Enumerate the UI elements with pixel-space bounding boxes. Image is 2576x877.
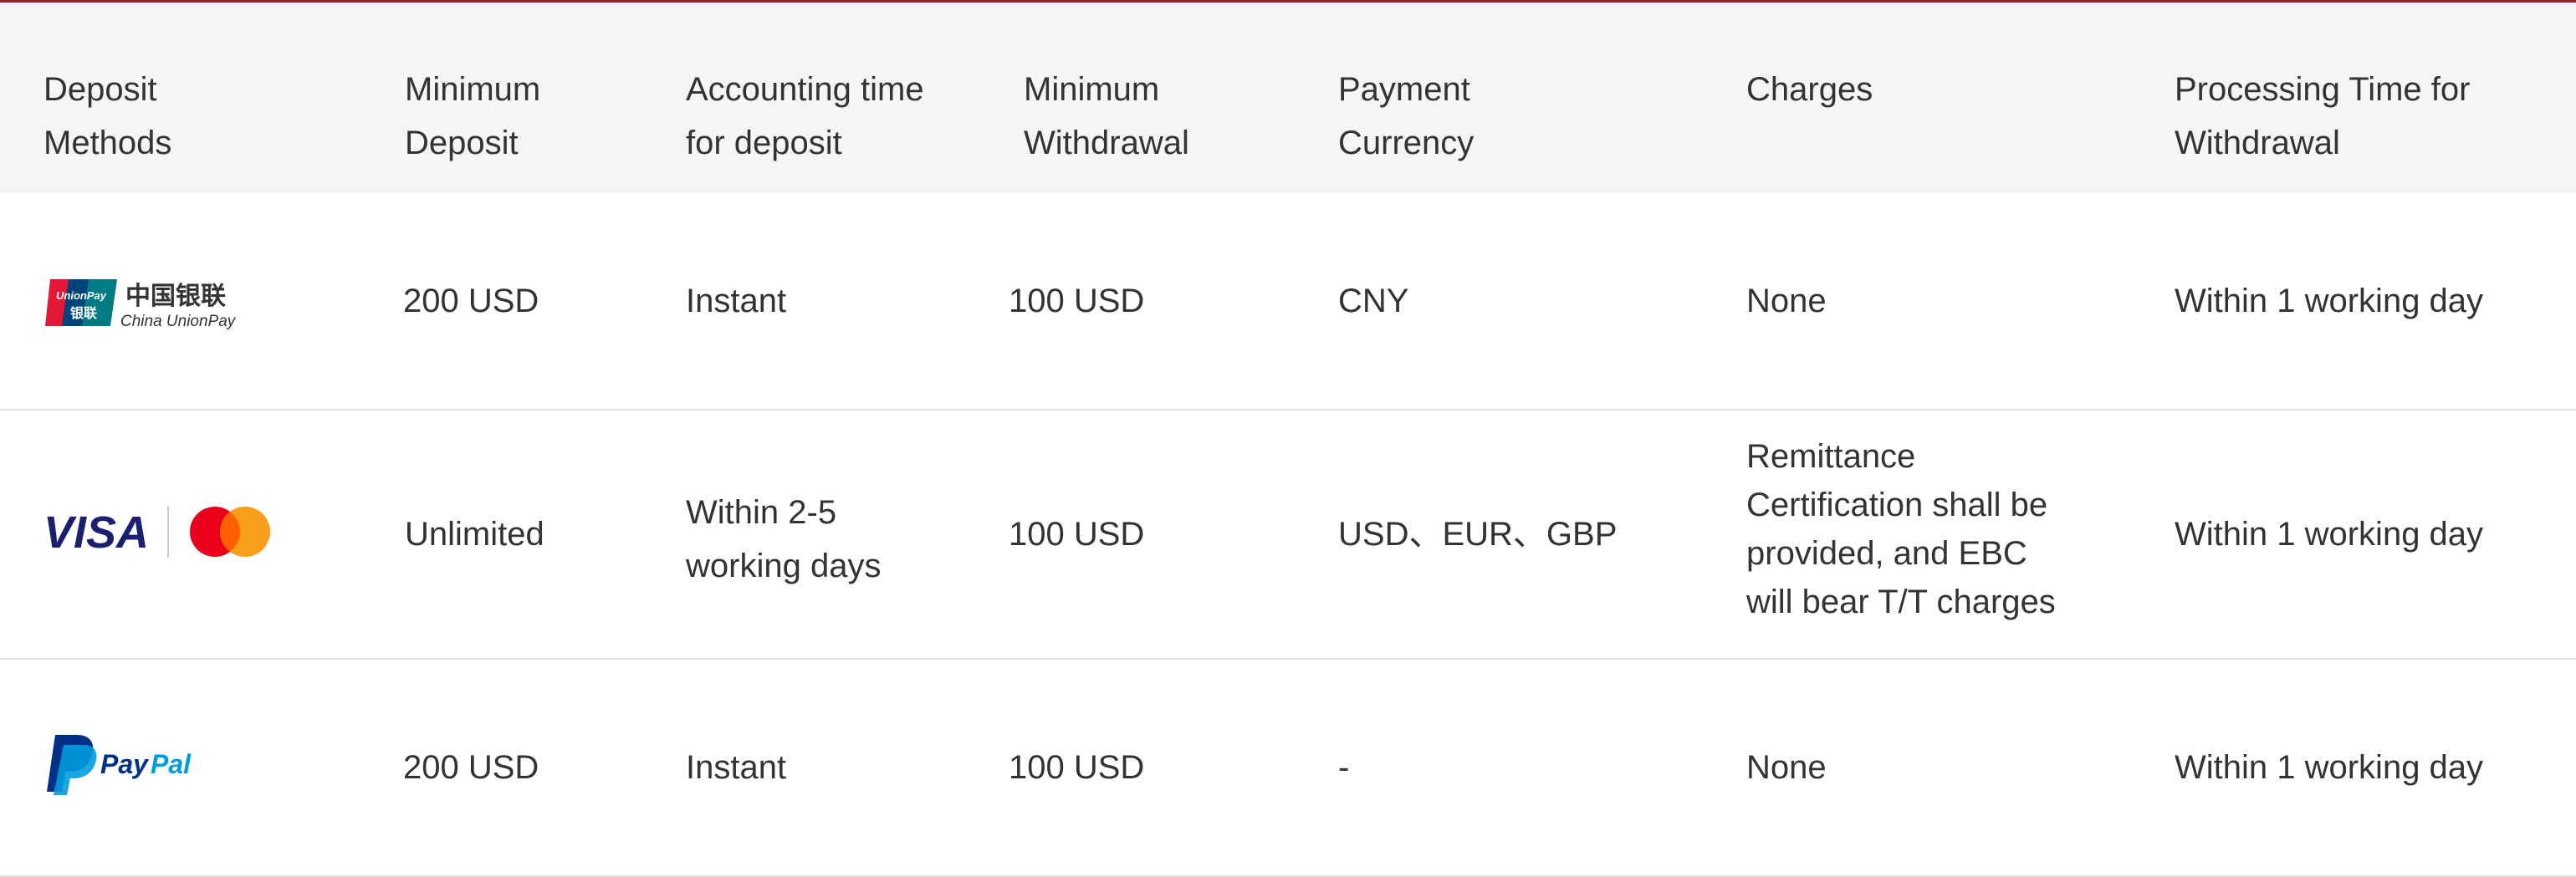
accounting-time-value: Instant: [686, 749, 787, 786]
charges-value: None: [1746, 283, 1827, 319]
svg-text:Pal: Pal: [151, 749, 192, 779]
currency-value: -: [1338, 749, 1350, 786]
min-deposit-value: Unlimited: [405, 516, 544, 553]
paypal-logo: Pay Pal: [43, 732, 211, 803]
table-row: VISA Unlimited Within 2-5 working days 1…: [0, 410, 2576, 660]
header-payment-currency: Payment Currency: [1338, 71, 1475, 161]
accounting-time-value: Instant: [686, 283, 787, 319]
header-deposit-methods: Deposit Methods: [43, 71, 172, 161]
table-header: Deposit Methods Minimum Deposit Accounti…: [0, 3, 2576, 193]
processing-time-value: Within 1 working day: [2175, 749, 2484, 786]
currency-value: CNY: [1338, 283, 1409, 319]
min-deposit-value: 200 USD: [403, 283, 539, 319]
header-charges: Charges: [1746, 71, 1873, 108]
svg-text:银联: 银联: [70, 305, 97, 321]
charges-value: None: [1746, 749, 1827, 786]
charges-value: Remittance Certification shall be provid…: [1746, 438, 2056, 620]
unionpay-logo: UnionPay 银联 中国银联 China UnionPay: [43, 276, 253, 335]
table-row: Pay Pal 200 USD Instant 100 USD - None W…: [0, 660, 2576, 877]
min-withdrawal-value: 100 USD: [1009, 749, 1145, 786]
min-withdrawal-value: 100 USD: [1009, 283, 1145, 319]
header-minimum-withdrawal: Minimum Withdrawal: [1024, 71, 1189, 161]
deposit-methods-table: Deposit Methods Minimum Deposit Accounti…: [0, 3, 2576, 877]
processing-time-value: Within 1 working day: [2175, 516, 2484, 553]
accounting-time-value: Within 2-5 working days: [686, 494, 882, 584]
mastercard-icon: [190, 507, 270, 557]
svg-text:中国银联: 中国银联: [125, 282, 226, 311]
processing-time-value: Within 1 working day: [2175, 283, 2484, 319]
header-accounting-time: Accounting time for deposit: [686, 71, 924, 161]
header-minimum-deposit: Minimum Deposit: [405, 71, 541, 161]
svg-text:UnionPay: UnionPay: [56, 289, 107, 302]
min-deposit-value: 200 USD: [403, 749, 539, 786]
svg-text:China UnionPay: China UnionPay: [120, 313, 237, 330]
currency-value: USD、EUR、GBP: [1338, 516, 1618, 553]
visa-mastercard-logo: VISA: [43, 504, 278, 563]
header-processing-time: Processing Time for Withdrawal: [2175, 71, 2471, 161]
visa-icon: VISA: [43, 507, 149, 558]
min-withdrawal-value: 100 USD: [1009, 516, 1145, 553]
logo-divider: [167, 506, 169, 558]
table-row: UnionPay 银联 中国银联 China UnionPay 200 USD …: [0, 193, 2576, 410]
svg-text:Pay: Pay: [100, 749, 150, 779]
unionpay-icon: UnionPay 银联 中国银联 China UnionPay: [45, 279, 237, 330]
paypal-icon: [47, 735, 97, 795]
